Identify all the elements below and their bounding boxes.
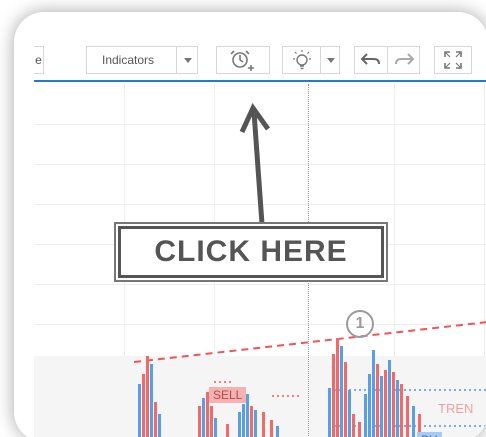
buy-signal-badge: BU — [417, 432, 442, 437]
click-here-callout: CLICK HERE — [118, 226, 384, 278]
buy-label: BU — [421, 433, 438, 437]
trend-label-badge: TREN — [434, 400, 477, 417]
step-marker-number: 1 — [355, 315, 365, 332]
sell-label: SELL — [213, 388, 243, 402]
arrow-up-icon — [239, 103, 271, 225]
callout-text: CLICK HERE — [154, 235, 348, 268]
candles-right — [328, 338, 421, 437]
step-marker: 1 — [346, 310, 374, 338]
candles-left — [138, 356, 161, 437]
screenshot-frame: e Indicators CLICK HERE 1 SELL TREN — [14, 12, 486, 437]
app-window: e Indicators CLICK HERE 1 SELL TREN — [34, 34, 486, 437]
trend-label: TREN — [438, 401, 474, 416]
sell-signal-badge: SELL — [209, 387, 247, 403]
